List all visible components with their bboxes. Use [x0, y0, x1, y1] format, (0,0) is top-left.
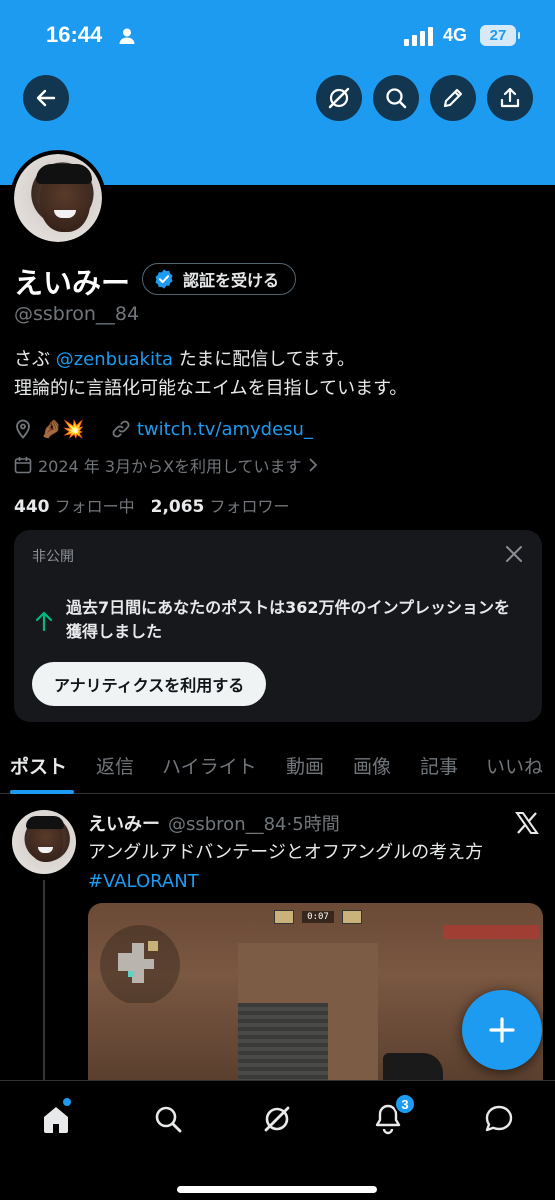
impressions-message: 過去7日間にあなたのポストは362万件のインプレッションを獲得しました: [66, 598, 511, 641]
profile-handle: @ssbron__84: [14, 303, 140, 325]
close-icon: [506, 546, 522, 562]
tab-highlights[interactable]: ハイライト: [162, 752, 257, 779]
tweet-hashtag[interactable]: #VALORANT: [88, 867, 538, 896]
tab-replies[interactable]: 返信: [96, 752, 134, 779]
nav-search[interactable]: [150, 1101, 186, 1137]
following-stat[interactable]: 440 フォロー中: [14, 493, 135, 517]
home-new-indicator: [63, 1098, 71, 1106]
card-close-button[interactable]: [504, 544, 524, 568]
battery-indicator: 27: [480, 25, 520, 46]
tab-videos[interactable]: 動画: [286, 752, 324, 779]
status-bar: 16:44 4G 27: [0, 0, 555, 72]
tweet-avatar[interactable]: [12, 810, 76, 874]
messages-icon: [485, 1105, 513, 1132]
grok-icon: [264, 1106, 290, 1132]
tweet-header: えいみー @ssbron__84 ·5時間: [88, 810, 340, 836]
profile-display-name: えいみー: [14, 266, 131, 300]
active-tab-indicator: [10, 790, 74, 794]
followers-stat[interactable]: 2,065 フォロワー: [151, 493, 290, 517]
network-label: 4G: [443, 25, 468, 45]
nav-home[interactable]: [38, 1101, 74, 1137]
link-icon: [112, 420, 130, 438]
location-icon: [16, 419, 30, 439]
tweet-author-handle: @ssbron__84: [168, 814, 287, 835]
tab-articles[interactable]: 記事: [420, 752, 458, 779]
profile-tabs: ポスト 返信 ハイライト 動画 画像 記事 いいね: [0, 740, 555, 794]
chevron-right-icon: [308, 458, 317, 472]
search-button[interactable]: [373, 75, 419, 121]
tab-likes[interactable]: いいね: [486, 752, 543, 779]
private-analytics-card: 非公開 過去7日間にあなたのポストは362万件のインプレッションを獲得しました …: [14, 530, 542, 722]
arrow-up-icon: [34, 610, 54, 636]
get-verified-button[interactable]: 認証を受ける: [142, 263, 297, 295]
edit-pencil-icon: [443, 88, 463, 108]
compose-post-button[interactable]: [462, 990, 542, 1070]
private-label: 非公開: [32, 549, 74, 565]
joined-date-row[interactable]: 2024 年 3月からXを利用しています: [14, 452, 318, 478]
joined-date-text: 2024 年 3月からXを利用しています: [38, 457, 302, 476]
x-logo-icon: [514, 810, 540, 840]
home-indicator: [177, 1186, 377, 1193]
weapon-viewmodel: [383, 1053, 443, 1083]
hud-timer: 0:07: [302, 911, 334, 923]
avatar-photo: [14, 154, 102, 242]
bottom-navigation: 3: [0, 1080, 555, 1200]
nav-messages[interactable]: [481, 1101, 517, 1137]
search-icon: [155, 1106, 182, 1133]
analytics-button[interactable]: アナリティクスを利用する: [32, 662, 267, 706]
status-time: 16:44: [46, 22, 103, 47]
thread-line: [43, 880, 45, 1080]
back-arrow-icon: [36, 89, 56, 107]
signal-icon: [404, 26, 434, 50]
following-label: フォロー中: [54, 497, 135, 516]
get-verified-label: 認証を受ける: [183, 271, 280, 290]
person-icon: [118, 27, 136, 49]
website-link-text: twitch.tv/amydesu_: [136, 418, 313, 440]
tweet-author-name[interactable]: えいみー: [88, 810, 160, 836]
followers-label: フォロワー: [209, 497, 290, 516]
profile-avatar[interactable]: [10, 150, 106, 246]
location-emoji: 🤌🏾💥: [40, 418, 85, 440]
nav-grok[interactable]: [259, 1101, 295, 1137]
share-icon: [500, 87, 520, 108]
tab-posts[interactable]: ポスト: [10, 752, 67, 779]
share-button[interactable]: [487, 75, 533, 121]
tweet-body: アングルアドバンテージとオフアングルの考え方: [88, 842, 484, 863]
tweet-text: アングルアドバンテージとオフアングルの考え方 #VALORANT: [88, 838, 538, 896]
edit-profile-button[interactable]: [430, 75, 476, 121]
search-icon: [386, 88, 407, 109]
calendar-icon: [14, 457, 32, 474]
home-icon: [44, 1107, 68, 1133]
bio-suffix: たまに配信してます。: [173, 349, 355, 370]
notification-count-badge: 3: [394, 1093, 416, 1115]
tab-images[interactable]: 画像: [353, 752, 391, 779]
profile-meta-row: 🤌🏾💥 twitch.tv/amydesu_: [14, 416, 313, 442]
killfeed: [443, 925, 539, 939]
bio-line-2: 理論的に言語化可能なエイムを目指しています。: [14, 378, 408, 399]
plus-icon: [489, 1017, 515, 1043]
followers-count: 2,065: [150, 497, 205, 517]
verified-badge-icon: [155, 269, 173, 289]
game-hud: 0:07: [178, 907, 458, 927]
grok-icon: [328, 87, 350, 109]
tweet-timestamp: ·5時間: [286, 814, 340, 835]
bio-prefix: さぶ: [14, 349, 56, 370]
following-count: 440: [14, 497, 50, 517]
profile-bio: さぶ @zenbuakita たまに配信してます。 理論的に言語化可能なエイムを…: [14, 345, 407, 403]
website-link[interactable]: twitch.tv/amydesu_: [111, 419, 313, 440]
minimap: [100, 925, 180, 1003]
grok-button[interactable]: [316, 75, 362, 121]
back-button[interactable]: [23, 75, 69, 121]
bio-mention-link[interactable]: @zenbuakita: [56, 349, 173, 370]
follow-stats: 440 フォロー中 2,065 フォロワー: [14, 493, 290, 517]
